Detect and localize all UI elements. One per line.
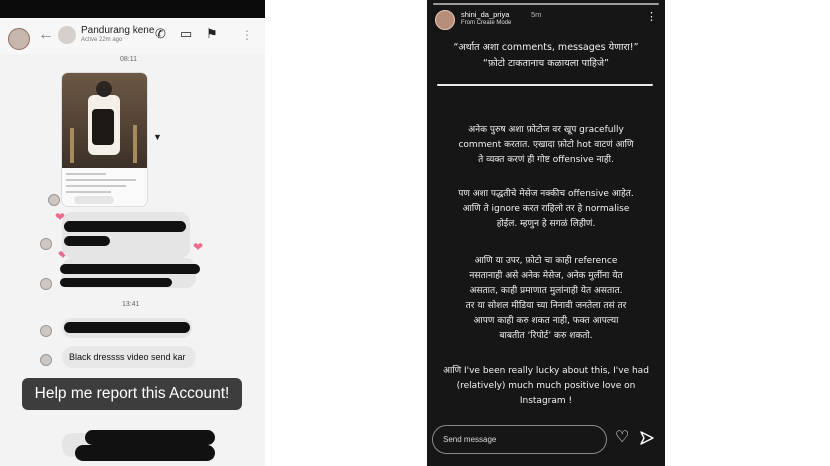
back-arrow-icon[interactable]: ← [38,26,54,44]
story-paragraph: अनेक पुरुष अशा फ़ोटोज वर खूप gracefully … [458,125,634,165]
story-paragraph: पण अशा पद्धतीचे मेसेज नक्कीच offensive आ… [458,189,634,229]
video-icon[interactable]: ▭ [180,26,192,42]
post-caption-line [66,173,106,175]
more-icon[interactable]: ⋮ [646,10,657,23]
shared-post-card[interactable] [61,72,148,207]
contact-name[interactable]: Pandurang kene [81,25,154,36]
lamp-shape [70,128,74,163]
message-bubble [62,212,190,258]
redaction-scribble [85,430,215,445]
story-progress-bar [433,3,659,5]
heart-icon[interactable]: ♡ [615,429,629,447]
redaction-scribble [64,221,186,232]
username[interactable]: shini_da_priya [461,10,509,19]
send-icon[interactable]: ▼ [153,132,162,142]
send-message-input[interactable] [432,425,607,454]
report-caption: Help me report this Account! [22,378,242,410]
flag-icon[interactable]: ⚑ [206,26,218,42]
phone-icon[interactable]: ✆ [155,26,166,42]
sender-avatar [40,325,52,337]
post-caption-line [66,185,126,187]
redaction-scribble [60,278,172,287]
contact-status: Active 22m ago [81,37,123,43]
message-bubble: Black dressss video send kar [62,346,196,368]
post-caption-line [66,191,111,193]
status-bar [0,0,265,18]
story-paragraph: आणि I've been really lucky about this, I… [443,366,649,406]
sender-avatar [40,238,52,250]
figure-shape [96,81,112,97]
figure-shape [92,109,114,145]
sender-avatar [40,278,52,290]
sender-avatar [40,354,52,366]
redaction-scribble [60,264,200,274]
timestamp: 13:41 [122,301,140,308]
create-mode-label[interactable]: From Create Mode [461,20,511,26]
text-story: shini_da_priya 5m From Create Mode ⋮ “अर… [427,0,665,466]
redaction-scribble [64,322,190,333]
divider [437,84,653,86]
post-photo [62,73,147,168]
more-icon[interactable]: ⋮ [241,28,253,42]
redaction-scribble [75,445,215,461]
post-caption-line [66,179,136,181]
heart-sticker-icon: ❤ [193,240,204,254]
poster-avatar[interactable] [435,10,455,30]
time-ago: 5m [531,10,542,19]
send-icon[interactable] [640,431,654,445]
lamp-shape [133,125,137,163]
reaction-row [74,196,114,204]
poster-avatar[interactable] [8,28,30,50]
sender-avatar [48,194,60,206]
story-quote: “अर्थात अशा comments, messages येणारा!” … [453,42,639,69]
story-paragraph: आणि या उपर, फ़ोटो चा काही reference नसता… [465,256,627,341]
redaction-scribble [64,236,110,246]
contact-avatar[interactable] [58,26,76,44]
timestamp: 08:11 [120,56,137,63]
chat-screenshot-story: ← Pandurang kene Active 22m ago ✆ ▭ ⚑ ⋮ … [0,0,265,466]
